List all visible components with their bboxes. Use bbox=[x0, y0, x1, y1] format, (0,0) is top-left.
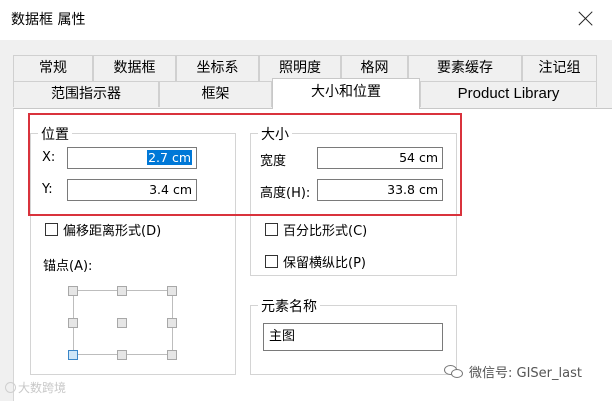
anchor-bottom-center[interactable] bbox=[117, 350, 127, 360]
preserve-aspect-checkbox[interactable]: 保留横纵比(P) bbox=[265, 252, 366, 271]
checkbox-box[interactable] bbox=[265, 223, 278, 236]
tab-coordinate-system[interactable]: 坐标系 bbox=[176, 55, 259, 81]
element-name-legend: 元素名称 bbox=[258, 296, 320, 316]
percentage-label: 百分比形式(C) bbox=[283, 224, 368, 239]
close-icon[interactable] bbox=[577, 9, 595, 27]
anchor-top-center[interactable] bbox=[117, 286, 127, 296]
tab-frame[interactable]: 框架 bbox=[159, 81, 272, 107]
anchor-center[interactable] bbox=[117, 318, 127, 328]
tab-general[interactable]: 常规 bbox=[13, 55, 93, 81]
offset-distance-label: 偏移距离形式(D) bbox=[63, 224, 162, 239]
watermark-left-text: 大数跨境 bbox=[18, 381, 67, 395]
anchor-bottom-left[interactable] bbox=[68, 350, 78, 360]
element-name-input[interactable]: 主图 bbox=[263, 323, 443, 351]
preserve-aspect-label: 保留横纵比(P) bbox=[283, 256, 366, 271]
tab-feature-cache[interactable]: 要素缓存 bbox=[408, 55, 522, 81]
tab-annotation-groups[interactable]: 注记组 bbox=[522, 55, 597, 81]
tab-data-frame[interactable]: 数据框 bbox=[93, 55, 176, 81]
watermark-right-text: 微信号: GISer_last bbox=[469, 366, 582, 381]
title-bar: 数据框 属性 bbox=[0, 0, 612, 40]
tab-product-library[interactable]: Product Library bbox=[420, 81, 597, 107]
watermark-right: 微信号: GISer_last bbox=[444, 362, 582, 381]
anchor-top-left[interactable] bbox=[68, 286, 78, 296]
watermark-icon bbox=[5, 382, 16, 393]
wechat-icon bbox=[444, 364, 464, 380]
anchor-bottom-right[interactable] bbox=[167, 350, 177, 360]
highlight-box bbox=[28, 113, 462, 216]
window-title: 数据框 属性 bbox=[11, 12, 86, 28]
tab-size-and-position[interactable]: 大小和位置 bbox=[272, 78, 420, 109]
checkbox-box[interactable] bbox=[265, 255, 278, 268]
anchor-label: 锚点(A): bbox=[43, 259, 93, 274]
watermark-left: 大数跨境 bbox=[5, 379, 66, 396]
anchor-middle-right[interactable] bbox=[167, 318, 177, 328]
offset-distance-checkbox[interactable]: 偏移距离形式(D) bbox=[45, 220, 161, 239]
anchor-middle-left[interactable] bbox=[68, 318, 78, 328]
anchor-top-right[interactable] bbox=[167, 286, 177, 296]
tab-extent-indicators[interactable]: 范围指示器 bbox=[13, 81, 159, 107]
checkbox-box[interactable] bbox=[45, 223, 58, 236]
percentage-checkbox[interactable]: 百分比形式(C) bbox=[265, 220, 367, 239]
